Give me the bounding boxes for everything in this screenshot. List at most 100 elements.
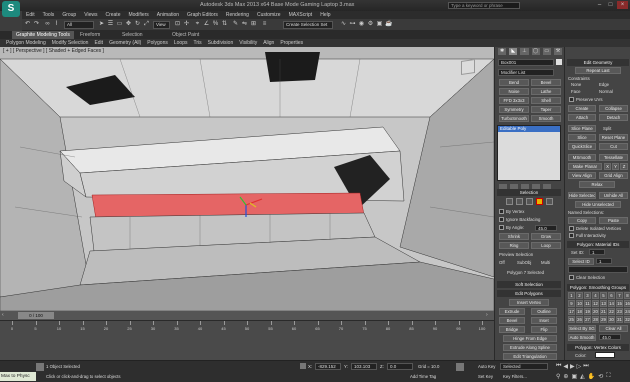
reset-plane-button[interactable]: Reset Plane [599,134,628,141]
smoothing-group-button[interactable]: 2 [576,292,583,299]
hide-unselected-button[interactable]: Hide Unselected [575,201,621,208]
material-ids-rollout-header[interactable]: Polygon: Material IDs [567,241,629,248]
ribbon-geometry-all[interactable]: Geometry (All) [109,39,141,47]
select-by-sg-button[interactable]: Select By SG [568,325,596,332]
zoom-all-icon[interactable]: ⊕ [563,373,568,381]
modifier-list-dropdown[interactable]: Modifier List [498,69,554,76]
auto-key-button[interactable]: Auto Key [478,364,495,369]
smoothing-group-button[interactable]: 1 [568,292,575,299]
smoothing-group-button[interactable]: 24 [624,308,630,315]
auto-smooth-spinner[interactable]: 45.0 [599,334,621,340]
smoothing-group-button[interactable]: 13 [600,300,607,307]
menu-group[interactable]: Group [62,11,76,19]
select-id-spinner[interactable]: 1 [596,258,612,264]
loop-button[interactable]: Loop [531,242,561,249]
constraint-face-radio[interactable]: Face [571,89,581,94]
ribbon-modify-selection[interactable]: Modify Selection [52,39,89,47]
create-button[interactable]: Create [568,105,596,112]
lock-selection-icon[interactable] [36,363,44,371]
material-editor-icon[interactable]: ◉ [358,21,365,28]
select-object-icon[interactable]: ➤ [98,21,105,28]
noise-button[interactable]: Noise [499,88,529,95]
smoothing-group-button[interactable]: 23 [616,308,623,315]
maxscript-listener-field[interactable]: Max to Physc [0,372,36,381]
soft-selection-rollout-header[interactable]: Soft Selection [497,281,561,288]
region-select-icon[interactable]: ▭ [116,21,123,28]
smoothing-group-button[interactable]: 14 [608,300,615,307]
vertex-color-swatch[interactable] [595,352,615,358]
edit-triangulation-button[interactable]: Edit Triangulation [503,353,557,360]
pivot-icon[interactable]: ⊡ [174,21,181,28]
delete-isolated-checkbox[interactable] [569,226,574,231]
menu-edit[interactable]: Edit [26,11,35,19]
smoothing-group-button[interactable]: 25 [568,316,575,323]
app-logo-icon[interactable]: S [2,1,20,17]
viewcube-icon[interactable] [461,59,475,75]
smoothing-group-button[interactable]: 28 [592,316,599,323]
key-filters-button[interactable]: Key Filters... [503,374,527,379]
menu-rendering[interactable]: Rendering [226,11,249,19]
outline-button[interactable]: Outline [531,308,557,315]
time-slider[interactable]: ‹ 0 / 100 › [0,311,494,320]
smoothing-group-button[interactable]: 7 [616,292,623,299]
object-color-swatch[interactable] [556,59,562,65]
menu-create[interactable]: Create [105,11,120,19]
hide-selected-button[interactable]: Hide Selected [568,192,596,199]
ribbon-polygons[interactable]: Polygons [147,39,168,47]
collapse-button[interactable]: Collapse [599,105,628,112]
smooth-button[interactable]: Smooth [531,115,561,122]
preview-multi-radio[interactable]: Multi [541,260,550,265]
smoothing-group-button[interactable]: 22 [608,308,615,315]
relax-button[interactable]: Relax [579,181,615,188]
select-manipulate-icon[interactable]: ✢ [183,21,190,28]
percent-snap-icon[interactable]: % [212,21,219,28]
smoothing-group-button[interactable]: 16 [624,300,630,307]
smoothing-group-button[interactable]: 3 [584,292,591,299]
constraint-edge-radio[interactable]: Edge [599,82,609,87]
smoothing-group-button[interactable]: 31 [616,316,623,323]
set-id-spinner[interactable]: 1 [589,249,605,255]
unhide-all-button[interactable]: Unhide All [599,192,628,199]
bevel-poly-button[interactable]: Bevel [499,317,525,324]
render-setup-icon[interactable]: ⚙ [367,21,374,28]
menu-animation[interactable]: Animation [157,11,179,19]
hinge-from-edge-button[interactable]: Hinge From Edge [503,335,557,342]
insert-vertex-button[interactable]: Insert Vertex [509,299,549,306]
clear-all-button[interactable]: Clear All [599,325,628,332]
close-icon[interactable]: × [617,1,628,9]
named-selection-set-dropdown[interactable]: Create Selection Set [283,21,333,29]
smoothing-group-button[interactable]: 12 [592,300,599,307]
bevel-button[interactable]: Bevel [531,79,561,86]
absolute-mode-icon[interactable] [300,363,306,369]
shrink-button[interactable]: Shrink [499,233,529,240]
element-mode-icon[interactable] [546,198,553,205]
smoothing-group-button[interactable]: 4 [592,292,599,299]
motion-tab-icon[interactable]: ◯ [531,48,540,55]
field-of-view-icon[interactable]: ◭ [580,373,585,381]
border-mode-icon[interactable] [526,198,533,205]
smoothing-group-button[interactable]: 11 [584,300,591,307]
smoothing-group-button[interactable]: 20 [592,308,599,315]
next-frame-icon[interactable]: ▷ [577,363,582,371]
link-icon[interactable]: ∞ [44,21,51,28]
smoothing-group-button[interactable]: 27 [584,316,591,323]
set-key-button[interactable]: Set Key [478,374,493,379]
select-by-name-icon[interactable]: ☰ [107,21,114,28]
rendered-frame-icon[interactable]: ▣ [376,21,383,28]
zoom-extents-icon[interactable]: ▣ [571,373,577,381]
vertex-mode-icon[interactable] [506,198,513,205]
search-input[interactable]: Type a keyword or phrase [448,2,520,9]
utilities-tab-icon[interactable]: ⚒ [553,48,563,55]
align-icon[interactable]: ⊞ [250,21,257,28]
polygon-mode-icon[interactable] [536,198,543,205]
msmooth-button[interactable]: MSmooth [568,154,596,161]
smoothing-group-button[interactable]: 8 [624,292,630,299]
constraint-none-radio[interactable]: None [571,82,581,87]
redo-icon[interactable]: ↷ [33,21,40,28]
by-angle-checkbox[interactable] [499,225,504,230]
curve-editor-icon[interactable]: ∿ [340,21,347,28]
smoothing-group-button[interactable]: 17 [568,308,575,315]
menu-views[interactable]: Views [84,11,97,19]
inset-button[interactable]: Inset [531,317,557,324]
edit-named-selection-icon[interactable]: ✎ [232,21,239,28]
